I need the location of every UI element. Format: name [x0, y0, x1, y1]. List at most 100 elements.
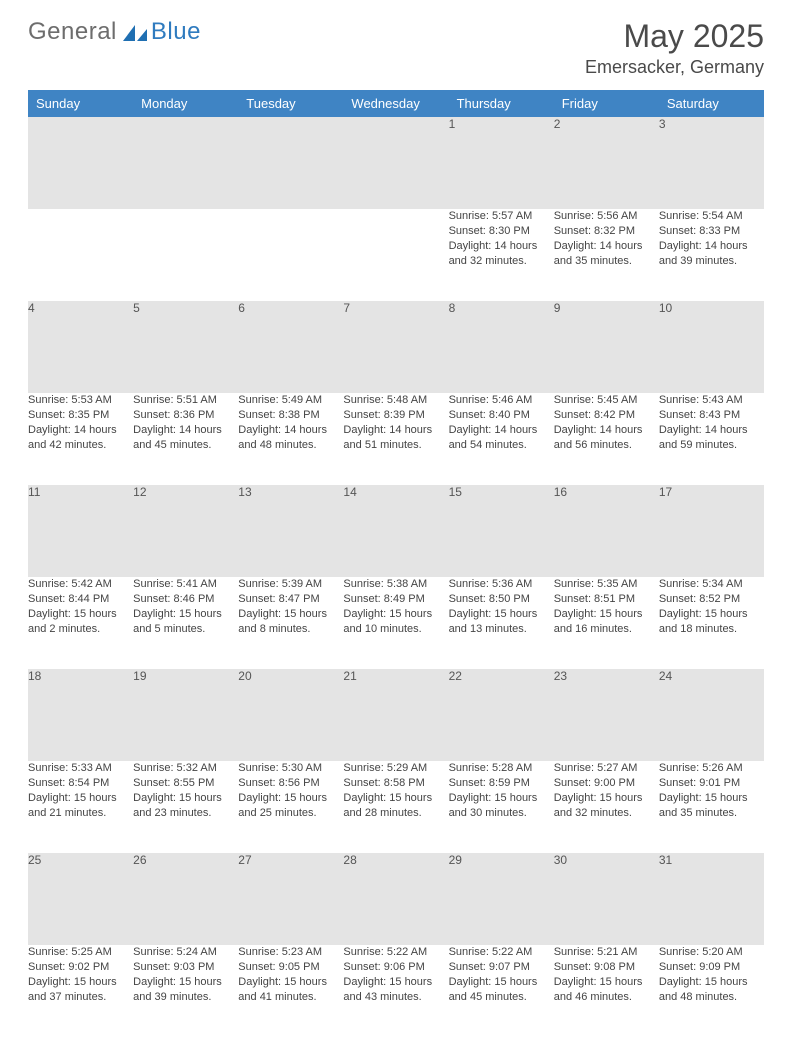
sunrise-line: Sunrise: 5:42 AM	[28, 577, 133, 592]
day-number: 9	[554, 301, 659, 393]
sunrise-line: Sunrise: 5:38 AM	[343, 577, 448, 592]
day-cell: Sunrise: 5:35 AMSunset: 8:51 PMDaylight:…	[554, 577, 659, 669]
location-label: Emersacker, Germany	[585, 57, 764, 78]
day-number: 31	[659, 853, 764, 945]
day-cell: Sunrise: 5:46 AMSunset: 8:40 PMDaylight:…	[449, 393, 554, 485]
col-thu: Thursday	[449, 90, 554, 117]
day-cell: Sunrise: 5:24 AMSunset: 9:03 PMDaylight:…	[133, 945, 238, 1037]
page-title: May 2025	[585, 18, 764, 55]
col-sat: Saturday	[659, 90, 764, 117]
daylight-line: Daylight: 14 hours and 32 minutes.	[449, 239, 554, 269]
sunrise-line: Sunrise: 5:28 AM	[449, 761, 554, 776]
daylight-line: Daylight: 15 hours and 25 minutes.	[238, 791, 343, 821]
daylight-line: Daylight: 14 hours and 42 minutes.	[28, 423, 133, 453]
sunrise-line: Sunrise: 5:56 AM	[554, 209, 659, 224]
daylight-line: Daylight: 14 hours and 51 minutes.	[343, 423, 448, 453]
day-cell: Sunrise: 5:45 AMSunset: 8:42 PMDaylight:…	[554, 393, 659, 485]
day-number	[28, 117, 133, 209]
daylight-line: Daylight: 15 hours and 10 minutes.	[343, 607, 448, 637]
daylight-line: Daylight: 15 hours and 41 minutes.	[238, 975, 343, 1005]
sunrise-line: Sunrise: 5:48 AM	[343, 393, 448, 408]
col-tue: Tuesday	[238, 90, 343, 117]
day-cell: Sunrise: 5:30 AMSunset: 8:56 PMDaylight:…	[238, 761, 343, 853]
day-cell: Sunrise: 5:51 AMSunset: 8:36 PMDaylight:…	[133, 393, 238, 485]
sail-icon	[121, 22, 149, 42]
sunset-line: Sunset: 8:42 PM	[554, 408, 659, 423]
sunrise-line: Sunrise: 5:45 AM	[554, 393, 659, 408]
week-content-row: Sunrise: 5:25 AMSunset: 9:02 PMDaylight:…	[28, 945, 764, 1037]
sunset-line: Sunset: 8:51 PM	[554, 592, 659, 607]
sunrise-line: Sunrise: 5:51 AM	[133, 393, 238, 408]
sunset-line: Sunset: 9:09 PM	[659, 960, 764, 975]
sunrise-line: Sunrise: 5:29 AM	[343, 761, 448, 776]
day-number: 26	[133, 853, 238, 945]
sunset-line: Sunset: 8:36 PM	[133, 408, 238, 423]
sunrise-line: Sunrise: 5:57 AM	[449, 209, 554, 224]
brand-word-2: Blue	[151, 18, 201, 46]
day-cell: Sunrise: 5:57 AMSunset: 8:30 PMDaylight:…	[449, 209, 554, 301]
daylight-line: Daylight: 14 hours and 59 minutes.	[659, 423, 764, 453]
daylight-line: Daylight: 15 hours and 35 minutes.	[659, 791, 764, 821]
day-cell: Sunrise: 5:53 AMSunset: 8:35 PMDaylight:…	[28, 393, 133, 485]
sunset-line: Sunset: 9:03 PM	[133, 960, 238, 975]
week-number-row: 123	[28, 117, 764, 209]
sunset-line: Sunset: 8:50 PM	[449, 592, 554, 607]
week-number-row: 45678910	[28, 301, 764, 393]
daylight-line: Daylight: 15 hours and 39 minutes.	[133, 975, 238, 1005]
sunset-line: Sunset: 8:47 PM	[238, 592, 343, 607]
day-cell: Sunrise: 5:41 AMSunset: 8:46 PMDaylight:…	[133, 577, 238, 669]
daylight-line: Daylight: 15 hours and 8 minutes.	[238, 607, 343, 637]
day-cell	[343, 209, 448, 301]
daylight-line: Daylight: 15 hours and 13 minutes.	[449, 607, 554, 637]
day-number: 4	[28, 301, 133, 393]
sunrise-line: Sunrise: 5:25 AM	[28, 945, 133, 960]
day-number: 5	[133, 301, 238, 393]
col-mon: Monday	[133, 90, 238, 117]
week-number-row: 11121314151617	[28, 485, 764, 577]
day-cell: Sunrise: 5:25 AMSunset: 9:02 PMDaylight:…	[28, 945, 133, 1037]
sunrise-line: Sunrise: 5:53 AM	[28, 393, 133, 408]
sunrise-line: Sunrise: 5:34 AM	[659, 577, 764, 592]
day-cell: Sunrise: 5:42 AMSunset: 8:44 PMDaylight:…	[28, 577, 133, 669]
sunset-line: Sunset: 9:06 PM	[343, 960, 448, 975]
week-number-row: 18192021222324	[28, 669, 764, 761]
sunset-line: Sunset: 8:35 PM	[28, 408, 133, 423]
sunset-line: Sunset: 8:55 PM	[133, 776, 238, 791]
day-number	[343, 117, 448, 209]
day-cell: Sunrise: 5:48 AMSunset: 8:39 PMDaylight:…	[343, 393, 448, 485]
sunrise-line: Sunrise: 5:36 AM	[449, 577, 554, 592]
day-cell: Sunrise: 5:22 AMSunset: 9:07 PMDaylight:…	[449, 945, 554, 1037]
sunset-line: Sunset: 8:38 PM	[238, 408, 343, 423]
day-number: 24	[659, 669, 764, 761]
sunset-line: Sunset: 8:39 PM	[343, 408, 448, 423]
day-cell: Sunrise: 5:33 AMSunset: 8:54 PMDaylight:…	[28, 761, 133, 853]
sunset-line: Sunset: 9:00 PM	[554, 776, 659, 791]
day-cell: Sunrise: 5:34 AMSunset: 8:52 PMDaylight:…	[659, 577, 764, 669]
day-header-row: Sunday Monday Tuesday Wednesday Thursday…	[28, 90, 764, 117]
day-cell: Sunrise: 5:28 AMSunset: 8:59 PMDaylight:…	[449, 761, 554, 853]
sunrise-line: Sunrise: 5:39 AM	[238, 577, 343, 592]
sunrise-line: Sunrise: 5:22 AM	[343, 945, 448, 960]
brand-word-1: General	[28, 18, 117, 46]
daylight-line: Daylight: 15 hours and 28 minutes.	[343, 791, 448, 821]
daylight-line: Daylight: 15 hours and 21 minutes.	[28, 791, 133, 821]
daylight-line: Daylight: 14 hours and 39 minutes.	[659, 239, 764, 269]
sunrise-line: Sunrise: 5:21 AM	[554, 945, 659, 960]
daylight-line: Daylight: 15 hours and 2 minutes.	[28, 607, 133, 637]
daylight-line: Daylight: 15 hours and 43 minutes.	[343, 975, 448, 1005]
day-number	[238, 117, 343, 209]
sunset-line: Sunset: 8:32 PM	[554, 224, 659, 239]
day-number: 22	[449, 669, 554, 761]
sunrise-line: Sunrise: 5:23 AM	[238, 945, 343, 960]
sunset-line: Sunset: 9:02 PM	[28, 960, 133, 975]
daylight-line: Daylight: 15 hours and 48 minutes.	[659, 975, 764, 1005]
week-content-row: Sunrise: 5:33 AMSunset: 8:54 PMDaylight:…	[28, 761, 764, 853]
day-number: 8	[449, 301, 554, 393]
daylight-line: Daylight: 15 hours and 37 minutes.	[28, 975, 133, 1005]
sunrise-line: Sunrise: 5:46 AM	[449, 393, 554, 408]
sunset-line: Sunset: 9:08 PM	[554, 960, 659, 975]
daylight-line: Daylight: 14 hours and 45 minutes.	[133, 423, 238, 453]
sunrise-line: Sunrise: 5:32 AM	[133, 761, 238, 776]
day-number: 15	[449, 485, 554, 577]
week-content-row: Sunrise: 5:57 AMSunset: 8:30 PMDaylight:…	[28, 209, 764, 301]
